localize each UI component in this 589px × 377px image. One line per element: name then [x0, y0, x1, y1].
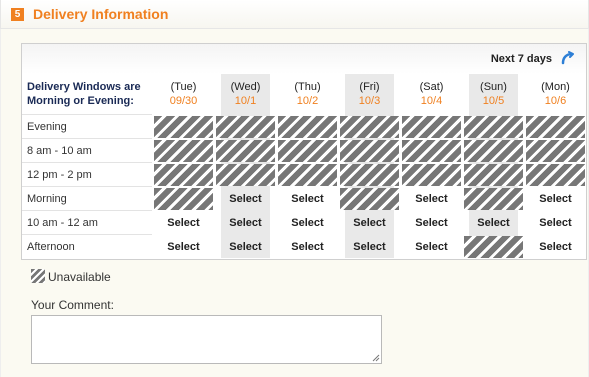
- day-header: (Thu) 10/2: [283, 80, 332, 108]
- day-name: (Sat): [419, 81, 444, 93]
- comment-label: Your Comment:: [31, 298, 114, 312]
- unavailable-slot: [402, 116, 461, 138]
- day-name: (Mon): [541, 81, 570, 93]
- row-divider: [22, 234, 152, 235]
- unavailable-slot: [340, 116, 399, 138]
- unavailable-slot: [216, 116, 275, 138]
- day-date: 10/4: [420, 95, 443, 107]
- day-header: (Sat) 10/4: [407, 80, 456, 108]
- unavailable-slot: [526, 164, 585, 186]
- next-days-label: Next 7 days: [490, 53, 552, 65]
- unavailable-slot: [464, 188, 523, 210]
- unavailable-slot: [340, 164, 399, 186]
- select-slot-button[interactable]: Select: [216, 236, 275, 258]
- day-date: 10/5: [482, 95, 505, 107]
- unavailable-slot: [154, 116, 213, 138]
- time-window-label: Evening: [27, 121, 67, 133]
- unavailable-slot: [402, 164, 461, 186]
- time-window-label: Morning: [27, 193, 67, 205]
- select-slot-button[interactable]: Select: [526, 188, 585, 210]
- day-header: (Tue) 09/30: [159, 80, 208, 108]
- unavailable-slot: [526, 116, 585, 138]
- unavailable-slot: [216, 164, 275, 186]
- unavailable-slot: [464, 116, 523, 138]
- select-slot-button[interactable]: Select: [278, 212, 337, 234]
- delivery-windows-heading: Delivery Windows are Morning or Evening:: [27, 81, 141, 107]
- select-slot-button[interactable]: Select: [402, 236, 461, 258]
- row-divider: [22, 138, 152, 139]
- unavailable-slot: [340, 188, 399, 210]
- delivery-page: 5 Delivery Information Next 7 days Deliv…: [0, 0, 589, 377]
- select-slot-button[interactable]: Select: [526, 236, 585, 258]
- day-name: (Fri): [359, 81, 380, 93]
- unavailable-slot: [526, 140, 585, 162]
- unavailable-slot: [154, 188, 213, 210]
- grid-top-bar: Next 7 days: [22, 44, 586, 74]
- day-header: (Fri) 10/3: [345, 80, 394, 108]
- unavailable-slot: [154, 140, 213, 162]
- unavailable-slot: [278, 116, 337, 138]
- next-days-arrow-icon[interactable]: [560, 51, 574, 65]
- time-window-label: 10 am - 12 am: [27, 217, 98, 229]
- time-window-label: 8 am - 10 am: [27, 145, 92, 157]
- comment-field[interactable]: [31, 315, 382, 364]
- row-divider: [22, 114, 152, 115]
- select-slot-button[interactable]: Select: [154, 212, 213, 234]
- select-slot-button[interactable]: Select: [340, 212, 399, 234]
- row-divider: [22, 210, 152, 211]
- select-slot-button[interactable]: Select: [216, 212, 275, 234]
- select-slot-button[interactable]: Select: [278, 188, 337, 210]
- section-header: 5 Delivery Information: [0, 0, 589, 29]
- unavailable-slot: [216, 140, 275, 162]
- time-window-label: Afternoon: [27, 241, 75, 253]
- day-name: (Tue): [170, 81, 197, 93]
- day-date: 10/6: [544, 95, 567, 107]
- unavailable-slot: [464, 164, 523, 186]
- section-title: Delivery Information: [33, 6, 169, 22]
- day-date: 10/1: [234, 95, 257, 107]
- select-slot-button[interactable]: Select: [526, 212, 585, 234]
- unavailable-legend-label: Unavailable: [48, 270, 111, 284]
- delivery-grid: Next 7 days Delivery Windows are Morning…: [21, 43, 587, 260]
- day-name: (Thu): [294, 81, 321, 93]
- time-window-label: 12 pm - 2 pm: [27, 169, 92, 181]
- day-header: (Mon) 10/6: [531, 80, 580, 108]
- unavailable-slot: [464, 236, 523, 258]
- select-slot-button[interactable]: Select: [340, 236, 399, 258]
- day-header: (Sun) 10/5: [469, 80, 518, 108]
- row-divider: [22, 162, 152, 163]
- day-date: 10/3: [358, 95, 381, 107]
- unavailable-slot: [402, 140, 461, 162]
- row-divider: [22, 186, 152, 187]
- unavailable-slot: [464, 140, 523, 162]
- step-number-badge: 5: [11, 8, 24, 21]
- select-slot-button[interactable]: Select: [402, 212, 461, 234]
- day-name: (Wed): [230, 81, 261, 93]
- resize-grip-icon[interactable]: [372, 354, 380, 362]
- unavailable-hatch-icon: [31, 269, 45, 283]
- day-date: 09/30: [169, 95, 198, 107]
- unavailable-slot: [154, 164, 213, 186]
- day-header: (Wed) 10/1: [221, 80, 270, 108]
- unavailable-slot: [340, 140, 399, 162]
- select-slot-button[interactable]: Select: [402, 188, 461, 210]
- select-slot-button[interactable]: Select: [216, 188, 275, 210]
- select-slot-button[interactable]: Select: [278, 236, 337, 258]
- unavailable-slot: [278, 140, 337, 162]
- day-date: 10/2: [296, 95, 319, 107]
- select-slot-button[interactable]: Select: [464, 212, 523, 234]
- select-slot-button[interactable]: Select: [154, 236, 213, 258]
- unavailable-slot: [278, 164, 337, 186]
- day-name: (Sun): [480, 81, 507, 93]
